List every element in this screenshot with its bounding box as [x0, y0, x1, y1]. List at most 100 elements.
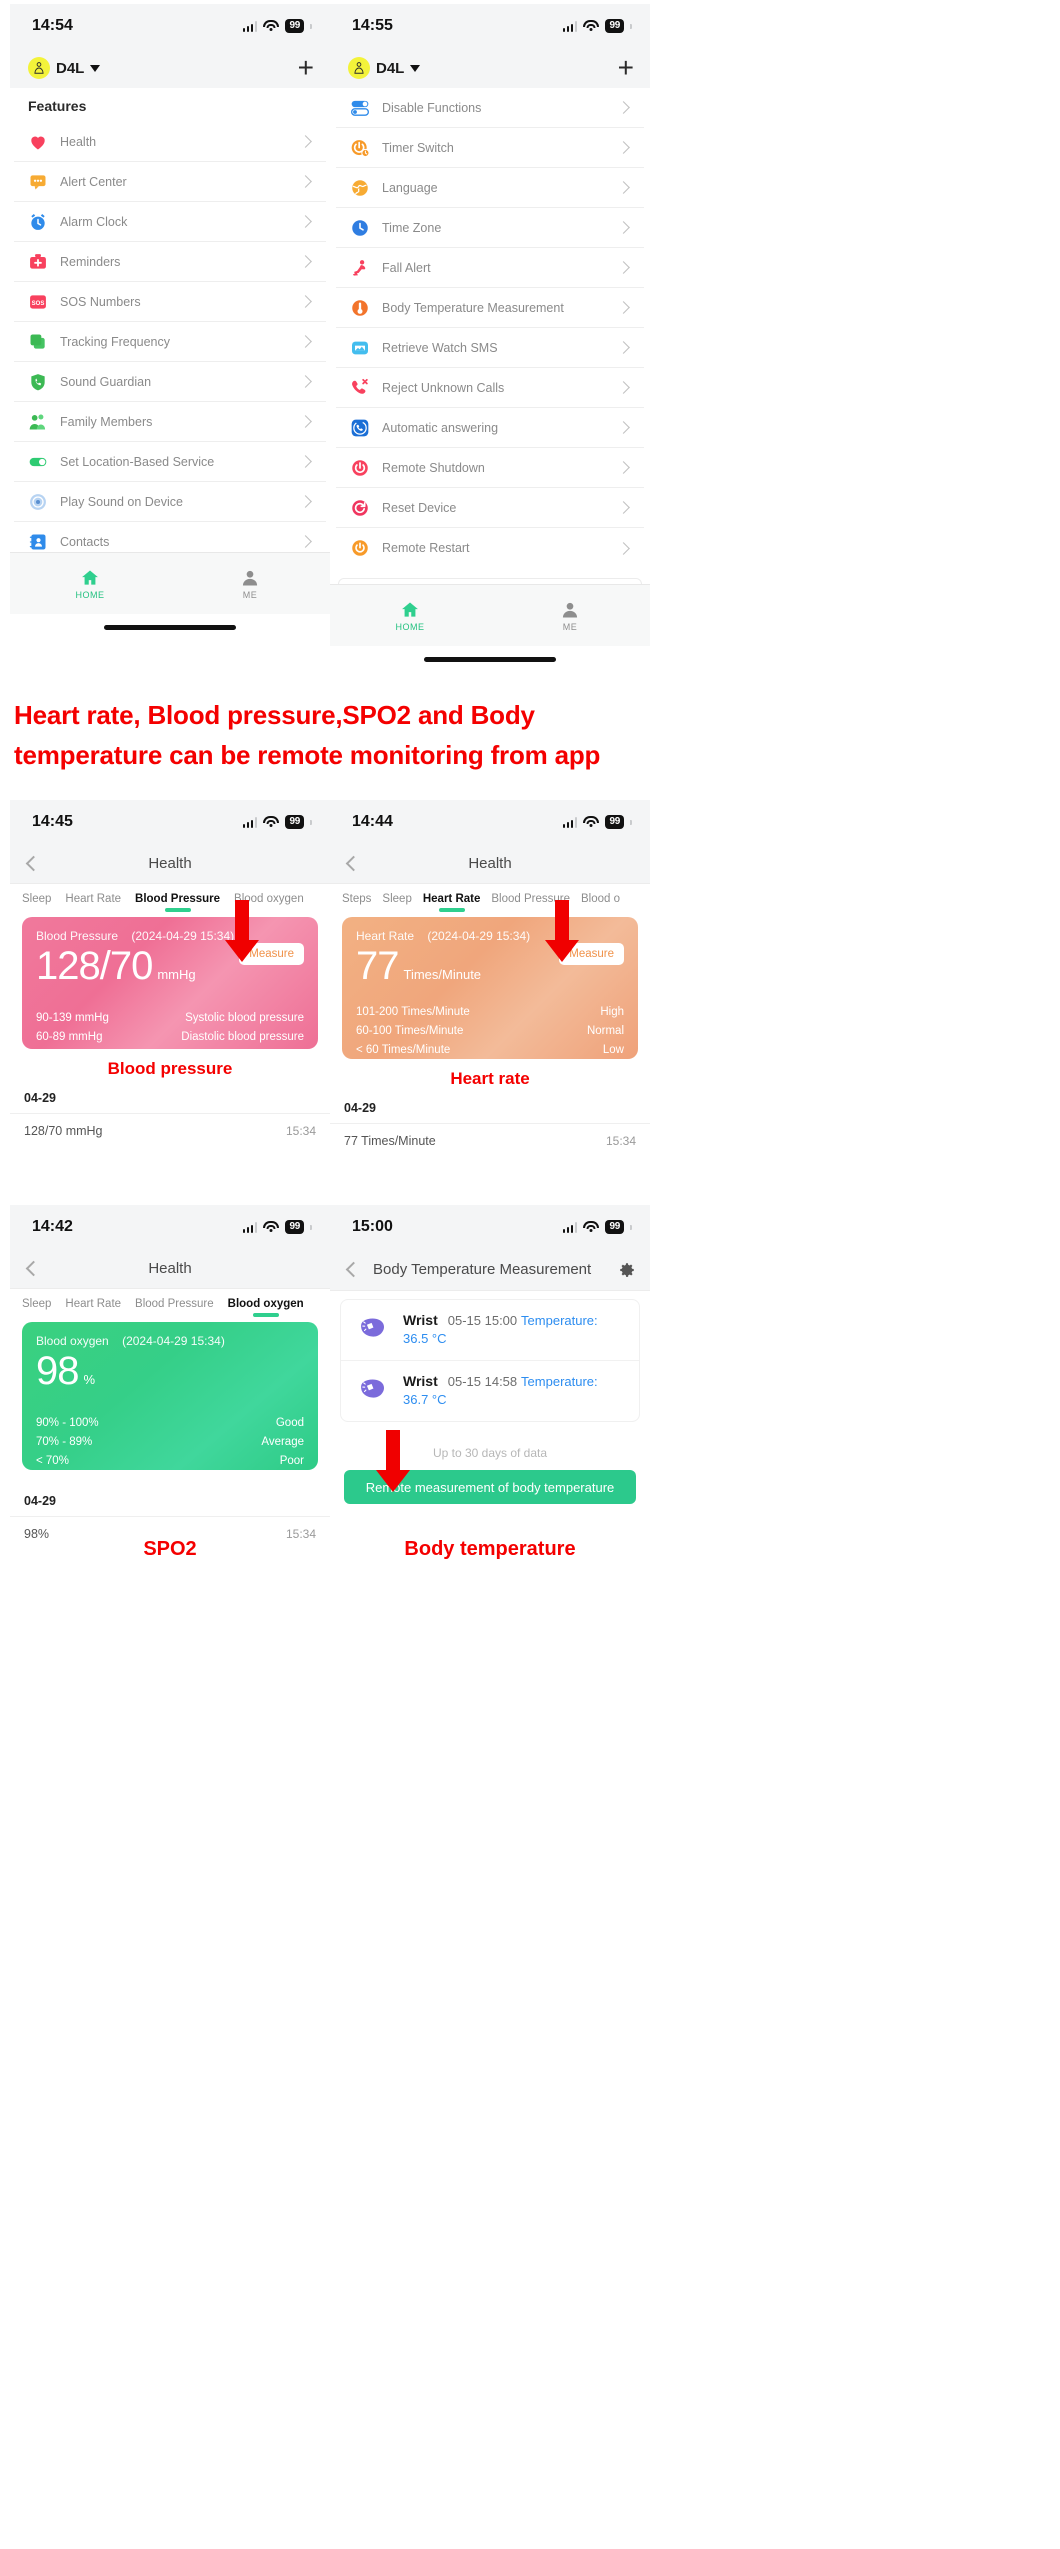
- tab-sleep[interactable]: Sleep: [382, 893, 411, 905]
- chevron-right-icon: [299, 415, 312, 428]
- back-icon[interactable]: [345, 1261, 362, 1278]
- list-item[interactable]: Family Members: [14, 402, 326, 442]
- heart-rate-card: Heart Rate (2024-04-29 15:34) 77 Times/Mi…: [342, 917, 638, 1059]
- screenshot-page: 14:54 99 D4L + Features Health Alert Cen…: [0, 0, 1060, 2549]
- tab-heart-rate[interactable]: Heart Rate: [65, 893, 121, 905]
- phone-screen-blood-pressure: 14:45 99 Health Sleep Heart Rate Blood P…: [10, 800, 330, 1170]
- card-ranges: 90% - 100% Good 70% - 89% Average < 70% …: [36, 1414, 304, 1470]
- temperature-value: 36.7 °C: [403, 1392, 447, 1407]
- device-selector[interactable]: D4L: [28, 57, 101, 79]
- tab-heart-rate[interactable]: Heart Rate: [65, 1298, 121, 1310]
- list-item-label: Language: [382, 180, 438, 195]
- list-item-label: Remote Shutdown: [382, 460, 485, 475]
- list-item-label: Remote Restart: [382, 541, 470, 555]
- section-title: Features: [28, 98, 87, 114]
- range-label: Systolic blood pressure: [185, 1012, 304, 1024]
- list-item[interactable]: Alarm Clock: [14, 202, 326, 242]
- tab-sleep[interactable]: Sleep: [22, 1298, 51, 1310]
- history-row: 128/70 mmHg 15:34: [10, 1113, 330, 1148]
- list-item[interactable]: Reset Device: [336, 488, 644, 528]
- range-value: 60-89 mmHg: [36, 1030, 103, 1043]
- list-item[interactable]: Tracking Frequency: [14, 322, 326, 362]
- list-item[interactable]: Fall Alert: [336, 248, 644, 288]
- list-item-label: Family Members: [60, 414, 153, 429]
- list-item-label: Retrieve Watch SMS: [382, 340, 498, 355]
- battery-icon: 99: [285, 19, 304, 33]
- tab-blood-pressure[interactable]: Blood Pressure: [135, 1298, 214, 1310]
- tab-me[interactable]: ME: [170, 553, 330, 614]
- list-item[interactable]: Sound Guardian: [14, 362, 326, 402]
- chevron-right-icon: [299, 135, 312, 148]
- temperature-record[interactable]: Wrist 05-15 14:58 Temperature: 36.7 °C: [341, 1361, 639, 1421]
- layers-icon: [28, 332, 48, 352]
- list-item[interactable]: Remote Shutdown: [336, 448, 644, 488]
- list-item[interactable]: Play Sound on Device: [14, 482, 326, 522]
- battery-tip-icon: [310, 819, 312, 825]
- range-value: < 60 Times/Minute: [356, 1043, 451, 1056]
- blood-pressure-card: Blood Pressure (2024-04-29 15:34) 128/70…: [22, 917, 318, 1049]
- nav-bar: Health: [10, 1249, 330, 1289]
- tab-label: HOME: [395, 621, 425, 632]
- temperature-record[interactable]: Wrist 05-15 15:00 Temperature: 36.5 °C: [341, 1300, 639, 1361]
- range-label: High: [600, 1006, 624, 1018]
- card-value: 98%: [36, 1350, 304, 1392]
- list-item[interactable]: Language: [336, 168, 644, 208]
- gear-icon[interactable]: [618, 1261, 636, 1279]
- list-item-label: Tracking Frequency: [60, 334, 170, 349]
- chevron-right-icon: [617, 101, 630, 114]
- list-item[interactable]: Time Zone: [336, 208, 644, 248]
- list-item[interactable]: Automatic answering: [336, 408, 644, 448]
- list-item[interactable]: Reject Unknown Calls: [336, 368, 644, 408]
- tab-blood-oxygen[interactable]: Blood o: [581, 893, 620, 905]
- tab-home[interactable]: HOME: [10, 553, 170, 614]
- tab-blood-pressure[interactable]: Blood Pressure: [135, 893, 220, 905]
- status-time: 14:55: [352, 17, 393, 34]
- add-device-button[interactable]: +: [298, 54, 314, 82]
- chevron-right-icon: [299, 215, 312, 228]
- list-item[interactable]: Set Location-Based Service: [14, 442, 326, 482]
- svg-text:SOS: SOS: [32, 300, 45, 306]
- wifi-icon: [583, 20, 600, 32]
- list-item[interactable]: Body Temperature Measurement: [336, 288, 644, 328]
- tab-sleep[interactable]: Sleep: [22, 893, 51, 905]
- list-item[interactable]: Reminders: [14, 242, 326, 282]
- history-date: 04-29: [24, 1091, 56, 1105]
- list-item-label: Alarm Clock: [60, 214, 128, 229]
- settings-list: Disable Functions Timer Switch Language …: [336, 88, 644, 568]
- device-selector[interactable]: D4L: [348, 57, 421, 79]
- chevron-down-icon[interactable]: [90, 64, 101, 72]
- add-device-button[interactable]: +: [618, 54, 634, 82]
- tab-steps[interactable]: Steps: [342, 893, 371, 905]
- list-item-label: Disable Functions: [382, 100, 482, 115]
- card-header: Blood oxygen (2024-04-29 15:34): [36, 1334, 304, 1348]
- list-item[interactable]: Retrieve Watch SMS: [336, 328, 644, 368]
- tab-heart-rate[interactable]: Heart Rate: [423, 893, 481, 905]
- chevron-right-icon: [617, 341, 630, 354]
- list-item[interactable]: Alert Center: [14, 162, 326, 202]
- list-item[interactable]: SOS SOS Numbers: [14, 282, 326, 322]
- chevron-right-icon: [617, 181, 630, 194]
- temperature-label: Temperature:: [521, 1313, 598, 1328]
- status-bar: 14:42 99: [10, 1205, 330, 1249]
- bottom-tabbar: HOME ME: [330, 584, 650, 646]
- chevron-right-icon: [299, 455, 312, 468]
- list-item[interactable]: Disable Functions: [336, 88, 644, 128]
- chevron-right-icon: [617, 541, 630, 555]
- range-row: < 70% Poor: [36, 1452, 304, 1470]
- card-title: Blood Pressure: [36, 929, 119, 943]
- tab-home[interactable]: HOME: [330, 585, 490, 646]
- chevron-down-icon[interactable]: [410, 64, 421, 72]
- tab-label: ME: [242, 589, 258, 600]
- list-item[interactable]: Remote Restart: [336, 528, 644, 568]
- list-item-label: Reminders: [60, 254, 121, 269]
- alert-bubble-icon: [28, 172, 48, 192]
- history-value: 128/70 mmHg: [24, 1124, 103, 1138]
- record-title: Wrist 05-15 14:58: [403, 1373, 521, 1389]
- device-name: D4L: [56, 59, 85, 77]
- tab-blood-oxygen[interactable]: Blood oxygen: [228, 1298, 304, 1310]
- range-label: Poor: [279, 1454, 304, 1467]
- list-item[interactable]: Health: [14, 122, 326, 162]
- status-bar: 14:45 99: [10, 800, 330, 844]
- tab-me[interactable]: ME: [490, 585, 650, 646]
- list-item[interactable]: Timer Switch: [336, 128, 644, 168]
